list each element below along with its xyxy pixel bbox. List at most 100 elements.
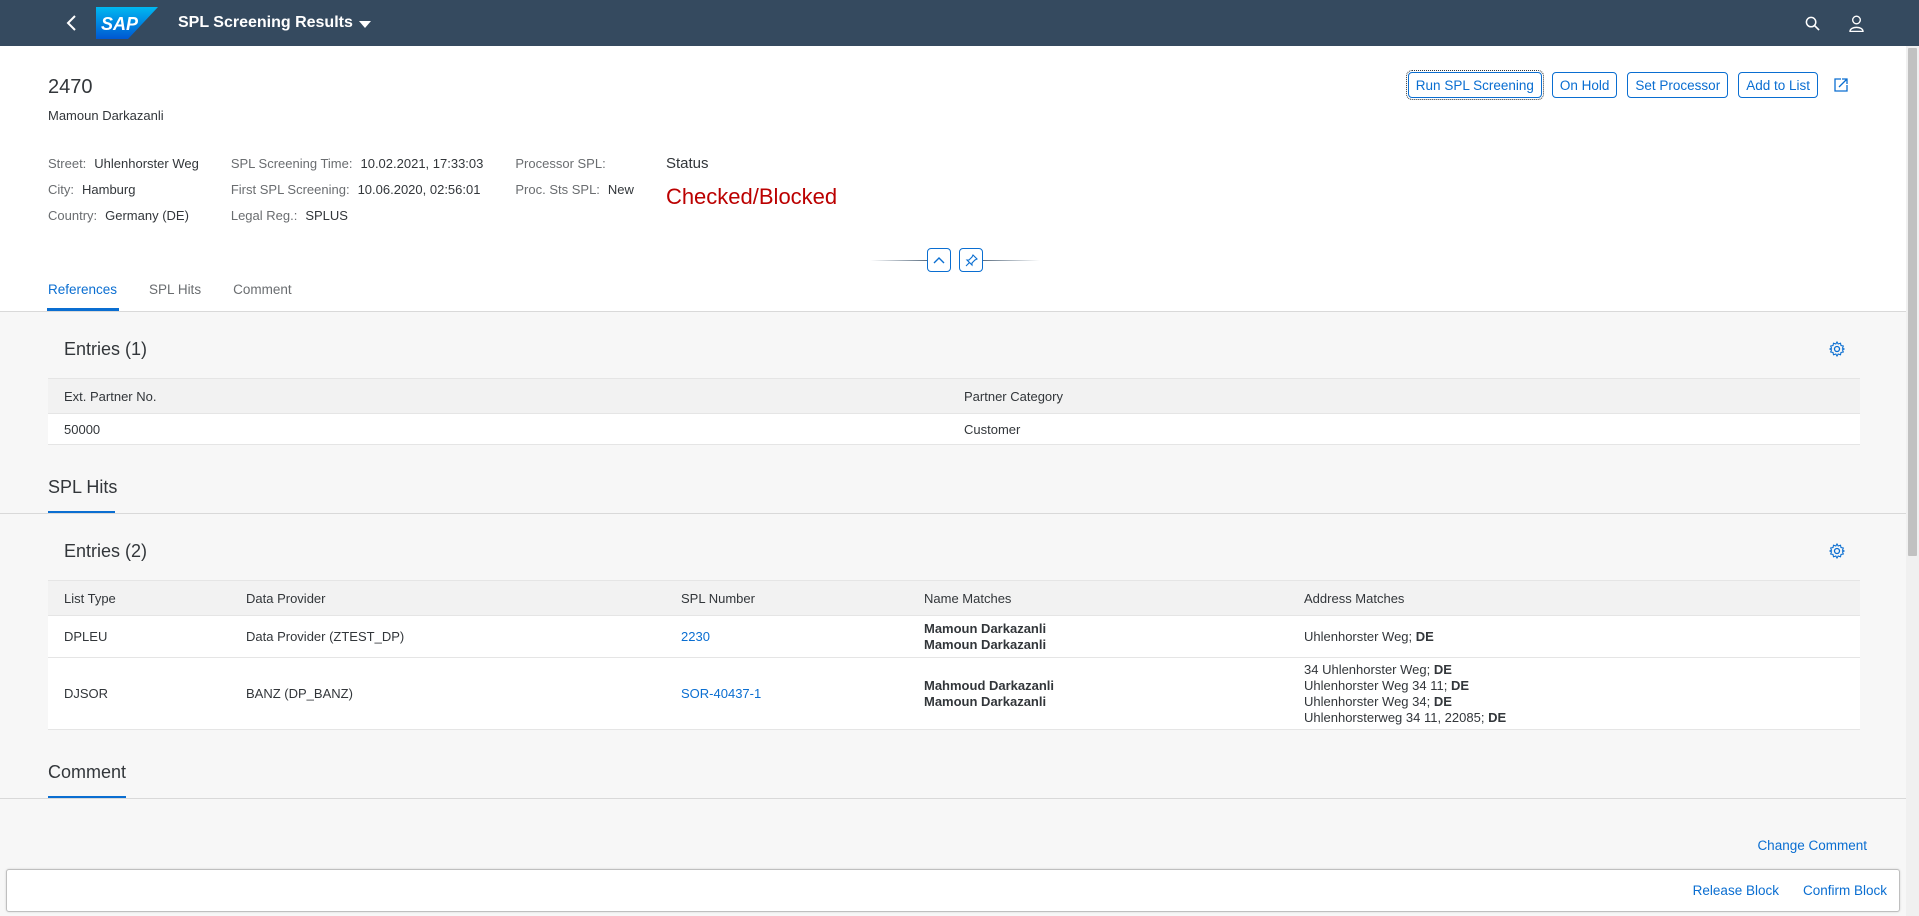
tab-references[interactable]: References (46, 282, 120, 311)
screening-time-value: 10.02.2021, 17:33:03 (360, 155, 484, 171)
references-settings-button[interactable] (1826, 338, 1848, 360)
spl-hits-section-title: SPL Hits (48, 477, 118, 497)
screening-time-label: SPL Screening Time: (230, 155, 353, 171)
name-match: Mahmoud Darkazanli (924, 677, 1055, 693)
city-label: City: (48, 181, 74, 197)
proc-status-value: New (607, 181, 634, 197)
column-header[interactable]: Data Provider (230, 580, 665, 616)
release-block-button[interactable]: Release Block (1693, 883, 1779, 898)
references-table-card: Entries (1) Ext. Partner No. Partner Cat… (48, 320, 1860, 445)
city-attr: City: Hamburg (48, 176, 199, 202)
pin-header-button[interactable] (959, 248, 983, 272)
address-match: Uhlenhorster Weg 34 11; (1304, 677, 1451, 693)
spl-hits-table: List Type Data Provider SPL Number Name … (48, 580, 1860, 730)
add-to-list-button[interactable]: Add to List (1738, 72, 1818, 98)
footer-toolbar: Release Block Confirm Block (6, 869, 1900, 912)
country-attr: Country: Germany (DE) (48, 202, 199, 228)
address-country: DE (1433, 661, 1452, 677)
run-spl-screening-button[interactable]: Run SPL Screening (1405, 70, 1544, 100)
back-button[interactable] (52, 0, 92, 46)
name-match: Mamoun Darkazanli (924, 693, 1047, 709)
address-country: DE (1450, 677, 1469, 693)
address-group: Street: Uhlenhorster Weg City: Hamburg Cou… (48, 150, 199, 228)
collapse-header-button[interactable] (927, 248, 951, 272)
divider (0, 311, 1906, 312)
table-row[interactable]: DPLEU Data Provider (ZTEST_DP) 2230 Mamo… (48, 615, 1860, 658)
object-title: 2470 (48, 76, 93, 98)
spl-hits-settings-button[interactable] (1826, 540, 1848, 562)
set-processor-button[interactable]: Set Processor (1627, 72, 1729, 98)
confirm-block-button[interactable]: Confirm Block (1803, 883, 1887, 898)
spl-hits-entries-title: Entries (2) (64, 540, 148, 561)
column-header[interactable]: SPL Number (665, 580, 908, 616)
caret-down-icon (358, 20, 371, 28)
user-icon (1848, 15, 1864, 32)
share-icon (1834, 78, 1848, 92)
address-country: DE (1415, 629, 1434, 644)
legal-reg-attr: Legal Reg.: SPLUS (231, 202, 484, 228)
table-cell: Mahmoud Darkazanli Mamoun Darkazanli (908, 657, 1288, 730)
table-cell: Customer (948, 413, 1860, 445)
tab-spl-hits[interactable]: SPL Hits (149, 282, 201, 311)
screening-group: SPL Screening Time: 10.02.2021, 17:33:03 … (231, 150, 484, 228)
street-label: Street: (48, 155, 87, 171)
spl-hits-table-card: Entries (2) List Type Data Provider SPL … (48, 522, 1860, 730)
on-hold-button[interactable]: On Hold (1551, 72, 1618, 98)
table-cell: Data Provider (ZTEST_DP) (230, 615, 665, 658)
comment-section-title: Comment (48, 762, 127, 782)
scrollbar-thumb[interactable] (1908, 48, 1917, 556)
table-cell: DPLEU (48, 615, 230, 658)
column-header[interactable]: List Type (48, 580, 230, 616)
app-title: SPL Screening Results (178, 14, 353, 31)
address-match: Uhlenhorster Weg; (1304, 629, 1416, 644)
spl-number-link[interactable]: 2230 (681, 629, 710, 644)
address-match: Uhlenhorsterweg 34 11, 22085; (1304, 709, 1489, 725)
processor-label: Processor SPL: (515, 155, 606, 171)
pin-icon (965, 253, 978, 266)
divider (0, 798, 1906, 799)
references-table-toolbar: Entries (1) (48, 320, 1860, 378)
name-match: Mamoun Darkazanli (924, 620, 1047, 636)
table-row[interactable]: 50000 Customer (48, 413, 1860, 445)
vertical-scrollbar[interactable] (1906, 46, 1919, 916)
object-header: 2470 Mamoun Darkazanli Run SPL Screening… (0, 46, 1906, 312)
first-screening-attr: First SPL Screening: 10.06.2020, 02:56:01 (231, 176, 484, 202)
sap-logo: SAP (96, 7, 158, 39)
divider (870, 260, 927, 261)
table-row[interactable]: DJSOR BANZ (DP_BANZ) SOR-40437-1 Mahmoud… (48, 657, 1860, 730)
tab-comment[interactable]: Comment (233, 282, 292, 311)
table-header-row: Ext. Partner No. Partner Category (48, 378, 1860, 414)
table-cell: SOR-40437-1 (665, 657, 908, 730)
column-header[interactable]: Name Matches (908, 580, 1288, 616)
first-screening-label: First SPL Screening: (230, 181, 350, 197)
column-header[interactable]: Ext. Partner No. (48, 378, 948, 414)
spl-hits-table-toolbar: Entries (2) (48, 522, 1860, 580)
proc-status-label: Proc. Sts SPL: (515, 181, 600, 197)
user-button[interactable] (1845, 12, 1867, 34)
column-header[interactable]: Address Matches (1288, 580, 1860, 616)
divider (0, 513, 1906, 514)
gear-icon (1829, 341, 1845, 357)
table-cell: BANZ (DP_BANZ) (230, 657, 665, 730)
search-icon (1805, 16, 1820, 31)
country-label: Country: (48, 207, 98, 223)
first-screening-value: 10.06.2020, 02:56:01 (357, 181, 481, 197)
street-value: Uhlenhorster Weg (94, 155, 199, 171)
chevron-up-icon (933, 257, 945, 264)
street-attr: Street: Uhlenhorster Weg (48, 150, 199, 176)
address-match: Uhlenhorster Weg 34; (1304, 693, 1434, 709)
change-comment-button[interactable]: Change Comment (1757, 838, 1867, 853)
processor-group: Processor SPL: Proc. Sts SPL: New (515, 150, 634, 228)
table-cell: 50000 (48, 413, 948, 445)
screening-time-attr: SPL Screening Time: 10.02.2021, 17:33:03 (231, 150, 484, 176)
address-country: DE (1488, 709, 1507, 725)
search-button[interactable] (1801, 12, 1823, 34)
divider (983, 260, 1040, 261)
app-title-menu[interactable]: SPL Screening Results (178, 14, 371, 32)
address-match: 34 Uhlenhorster Weg; (1304, 661, 1434, 677)
column-header[interactable]: Partner Category (948, 378, 1860, 414)
status-group: Status Checked/Blocked (666, 150, 837, 228)
svg-text:SAP: SAP (101, 14, 139, 34)
share-button[interactable] (1828, 72, 1854, 98)
spl-number-link[interactable]: SOR-40437-1 (681, 686, 761, 701)
